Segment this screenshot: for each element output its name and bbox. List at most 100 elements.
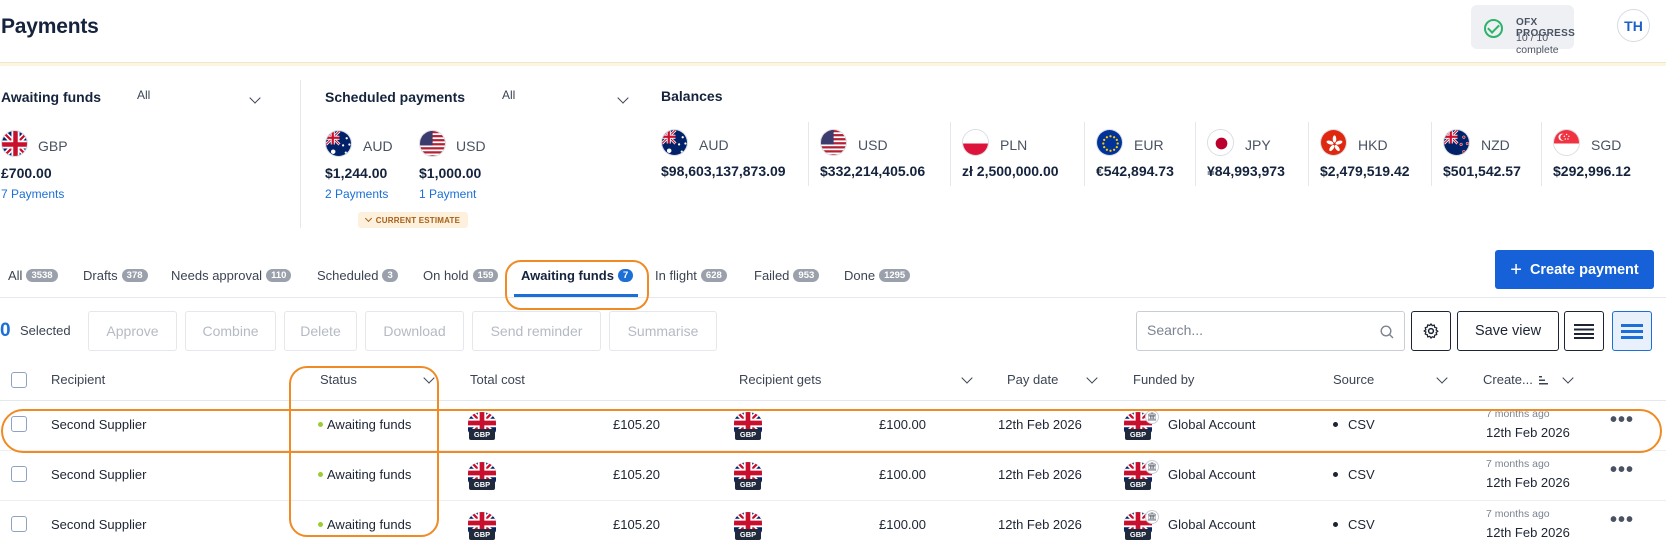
tab-label: Scheduled [317, 268, 379, 283]
chevron-down-icon[interactable] [961, 372, 973, 384]
column-funded-by[interactable]: Funded by [1133, 372, 1194, 387]
scheduled-filter-select[interactable]: All [502, 88, 515, 102]
balance-currency: SGD [1591, 137, 1622, 153]
chevron-down-icon[interactable] [1436, 372, 1448, 384]
column-recipient[interactable]: Recipient [51, 372, 105, 387]
created-header-label: Create... [1483, 372, 1533, 387]
chevron-down-icon[interactable] [1562, 372, 1574, 384]
chevron-down-icon[interactable] [1086, 372, 1098, 384]
chevron-down-icon[interactable] [617, 92, 629, 104]
combine-button[interactable]: Combine [185, 311, 276, 351]
balance-amount: $98,603,137,873.09 [661, 163, 786, 179]
status-header-label: Status [320, 372, 357, 387]
recipient-cell[interactable]: Second Supplier [51, 467, 146, 482]
selected-count: 0 [0, 320, 11, 341]
tab-done[interactable]: Done 1295 [844, 268, 911, 283]
more-options-icon[interactable]: ••• [1610, 459, 1634, 482]
column-status[interactable]: Status [320, 372, 357, 387]
tab-needs-approval[interactable]: Needs approval 110 [171, 268, 292, 283]
selected-label: Selected [20, 323, 71, 338]
tab-on-hold[interactable]: On hold 159 [423, 268, 499, 283]
summarise-button[interactable]: Summarise [609, 311, 717, 351]
column-pay-date[interactable]: Pay date [1007, 372, 1058, 387]
created-ago: 7 months ago [1486, 508, 1550, 520]
more-options-icon[interactable]: ••• [1610, 409, 1634, 432]
recipient-cell[interactable]: Second Supplier [51, 417, 146, 432]
avatar[interactable]: TH [1617, 9, 1650, 42]
tab-awaiting-funds[interactable]: Awaiting funds 7 [521, 268, 634, 283]
row-divider [0, 500, 1666, 501]
table-header-rule [0, 400, 1666, 401]
eur-flag-icon [1096, 129, 1123, 156]
scheduled-amount-aud: $1,244.00 [325, 165, 388, 181]
divider [808, 122, 809, 186]
column-source[interactable]: Source [1333, 372, 1374, 387]
balance-amount: $332,214,405.06 [820, 163, 926, 179]
ofx-progress-card[interactable]: OFX PROGRESS 10 / 10 complete [1471, 5, 1575, 56]
currency-tag: GBP [469, 429, 495, 440]
tab-failed[interactable]: Failed 953 [754, 268, 820, 283]
select-all-checkbox[interactable] [11, 372, 27, 388]
create-payment-button[interactable]: + Create payment [1495, 250, 1654, 289]
recipient-cell[interactable]: Second Supplier [51, 517, 146, 532]
currency-tag: GBP [1125, 429, 1151, 440]
progress-subtitle: 10 / 10 complete [1516, 32, 1559, 56]
search-field[interactable] [1136, 311, 1405, 351]
delete-button[interactable]: Delete [284, 311, 357, 351]
more-options-icon[interactable]: ••• [1610, 509, 1634, 532]
row-divider [0, 450, 1666, 451]
row-checkbox[interactable] [11, 516, 27, 532]
chevron-down-icon[interactable] [249, 92, 261, 104]
settings-button[interactable] [1411, 311, 1451, 351]
bullet-icon [1333, 522, 1338, 527]
list-view-button[interactable] [1564, 311, 1604, 351]
approve-button[interactable]: Approve [88, 311, 177, 351]
tab-count-badge: 953 [793, 269, 820, 282]
column-total-cost[interactable]: Total cost [470, 372, 525, 387]
status-cell: Awaiting funds [327, 467, 412, 482]
scheduled-payments-link-aud[interactable]: 2 Payments [325, 187, 388, 201]
status-dot-icon [318, 472, 323, 477]
compact-view-button[interactable] [1612, 311, 1652, 351]
send-reminder-button[interactable]: Send reminder [472, 311, 601, 351]
divider [300, 80, 301, 228]
divider [950, 122, 951, 186]
awaiting-filter-select[interactable]: All [137, 88, 150, 102]
usd-flag-icon [820, 129, 847, 156]
gbp-flag-icon: GBP [468, 412, 496, 440]
awaiting-funds-label: Awaiting funds [1, 89, 102, 105]
column-recipient-gets[interactable]: Recipient gets [739, 372, 821, 387]
download-button[interactable]: Download [365, 311, 464, 351]
divider [1308, 122, 1309, 186]
awaiting-payments-link[interactable]: 7 Payments [1, 187, 64, 201]
status-cell: Awaiting funds [327, 517, 412, 532]
tab-all[interactable]: All 3538 [8, 268, 58, 283]
divider [1084, 122, 1085, 186]
chevron-down-icon[interactable] [423, 372, 435, 384]
divider [1541, 122, 1542, 186]
row-checkbox[interactable] [11, 466, 27, 482]
row-checkbox[interactable] [11, 416, 27, 432]
bullet-icon [1333, 472, 1338, 477]
tab-scheduled[interactable]: Scheduled 3 [317, 268, 398, 283]
balance-amount: $292,996.12 [1553, 163, 1631, 179]
jpy-flag-icon [1207, 129, 1234, 156]
tab-drafts[interactable]: Drafts 378 [83, 268, 148, 283]
funded-by-cell: Global Account [1168, 517, 1256, 532]
tab-label: Awaiting funds [521, 268, 614, 283]
total-cost-cell: £105.20 [613, 417, 660, 432]
search-input[interactable] [1147, 322, 1367, 338]
gear-icon [1423, 323, 1439, 339]
usd-flag-icon [419, 130, 446, 157]
aud-flag-icon [325, 130, 352, 157]
column-created[interactable]: Create... [1483, 372, 1549, 387]
search-icon [1380, 325, 1394, 339]
tab-label: In flight [655, 268, 697, 283]
recipient-gets-cell: £100.00 [879, 517, 926, 532]
save-view-button[interactable]: Save view [1457, 311, 1559, 351]
tab-label: Needs approval [171, 268, 263, 283]
scheduled-payments-link-usd[interactable]: 1 Payment [419, 187, 476, 201]
created-cell: 12th Feb 2026 [1486, 475, 1570, 490]
aud-flag-icon [661, 129, 688, 156]
tab-in-flight[interactable]: In flight 628 [655, 268, 727, 283]
